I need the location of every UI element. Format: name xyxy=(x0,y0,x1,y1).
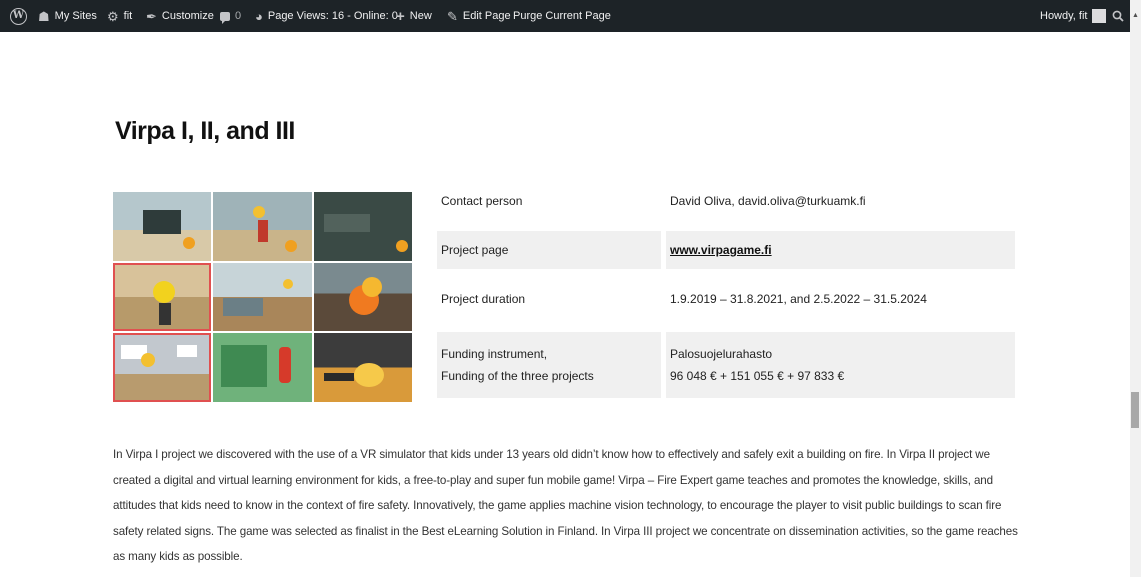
edit-page-link[interactable]: ✎ Edit Page xyxy=(447,0,511,32)
site-name-menu[interactable]: ⚙ fit xyxy=(107,0,132,32)
scroll-up-button[interactable]: ▲ xyxy=(1130,0,1141,32)
screenshot-tile xyxy=(213,333,312,402)
account-menu[interactable]: Howdy, fit xyxy=(1040,0,1107,32)
duration-value: 1.9.2019 – 31.8.2021, and 2.5.2022 – 31.… xyxy=(670,292,927,306)
funding-instrument-label: Funding instrument, xyxy=(441,347,548,361)
site-icon: ⚙ xyxy=(107,8,119,24)
customize-link[interactable]: ✒ Customize xyxy=(146,0,214,32)
comment-icon xyxy=(220,11,230,24)
project-page-label: Project page xyxy=(437,231,661,269)
site-name-label: fit xyxy=(123,10,133,22)
stats-label: Page Views: 16 - Online: 0 xyxy=(267,10,398,22)
purge-label: Purge Current Page xyxy=(513,10,611,22)
screenshot-tile xyxy=(313,192,412,261)
avatar xyxy=(1092,9,1107,23)
wordpress-logo-icon: W xyxy=(10,7,27,25)
admin-bar: W ☗ My Sites ⚙ fit ✒ Customize 0 ◕ Page … xyxy=(0,0,1141,32)
project-page-cell: www.virpagame.fi xyxy=(666,231,1015,269)
my-sites-menu[interactable]: ☗ My Sites xyxy=(38,0,97,32)
page-title: Virpa I, II, and III xyxy=(115,117,295,145)
game-screenshots-image xyxy=(113,192,412,402)
search-button[interactable] xyxy=(1112,0,1124,32)
comments-count: 0 xyxy=(235,10,242,22)
screenshot-tile xyxy=(213,262,312,332)
contact-value: David Oliva, david.oliva@turkuamk.fi xyxy=(670,194,866,208)
screenshot-tile xyxy=(113,192,212,261)
funding-instrument-value: Palosuojelurahasto xyxy=(670,347,773,361)
screenshot-tile xyxy=(313,262,412,332)
edit-page-label: Edit Page xyxy=(462,10,511,22)
my-sites-label: My Sites xyxy=(54,10,97,22)
funding-amount-label: Funding of the three projects xyxy=(441,369,594,383)
funding-value-cell: Palosuojelurahasto 96 048 € + 151 055 € … xyxy=(666,332,1015,398)
screenshot-tile xyxy=(213,192,312,261)
plus-icon: + xyxy=(396,7,405,25)
new-content-menu[interactable]: + New xyxy=(396,0,432,32)
scrollbar-thumb[interactable] xyxy=(1131,392,1139,428)
pencil-icon: ✎ xyxy=(447,8,458,24)
customize-label: Customize xyxy=(161,10,214,22)
funding-label-cell: Funding instrument, Funding of the three… xyxy=(437,332,661,398)
contact-label: Contact person xyxy=(441,194,523,208)
stats-link[interactable]: ◕ Page Views: 16 - Online: 0 xyxy=(255,0,398,32)
purge-link[interactable]: Purge Current Page xyxy=(513,0,611,32)
my-sites-icon: ☗ xyxy=(38,8,50,24)
wordpress-menu[interactable]: W xyxy=(10,0,27,32)
stats-icon: ◕ xyxy=(255,8,263,24)
search-icon xyxy=(1112,10,1124,22)
howdy-label: Howdy, fit xyxy=(1040,10,1088,22)
scrollbar[interactable] xyxy=(1130,32,1141,577)
screenshot-tile xyxy=(113,262,212,332)
project-page-link[interactable]: www.virpagame.fi xyxy=(670,243,772,257)
comments-link[interactable]: 0 xyxy=(220,0,241,32)
screenshot-tile xyxy=(313,333,412,402)
new-label: New xyxy=(409,10,432,22)
funding-amount-value: 96 048 € + 151 055 € + 97 833 € xyxy=(670,369,845,383)
brush-icon: ✒ xyxy=(146,8,157,24)
duration-label: Project duration xyxy=(441,292,526,306)
project-description: In Virpa I project we discovered with th… xyxy=(113,448,1018,563)
screenshot-tile xyxy=(113,333,212,402)
